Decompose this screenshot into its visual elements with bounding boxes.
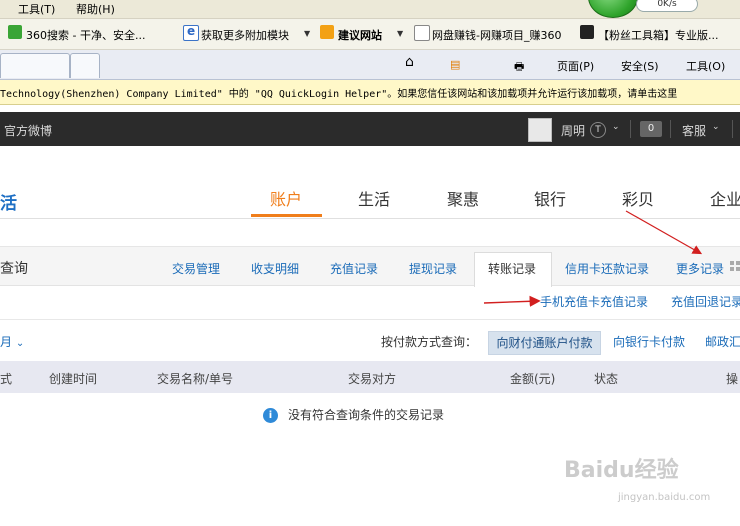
watermark-url: jingyan.baidu.com bbox=[618, 492, 711, 503]
watermark-title: Baidu经验 bbox=[564, 458, 679, 483]
annotation-arrow bbox=[625, 210, 703, 255]
annotation-arrow bbox=[483, 295, 541, 307]
annotation-layer bbox=[483, 210, 703, 307]
baidu-watermark: Baidu经验 jingyan.baidu.com bbox=[548, 452, 738, 512]
